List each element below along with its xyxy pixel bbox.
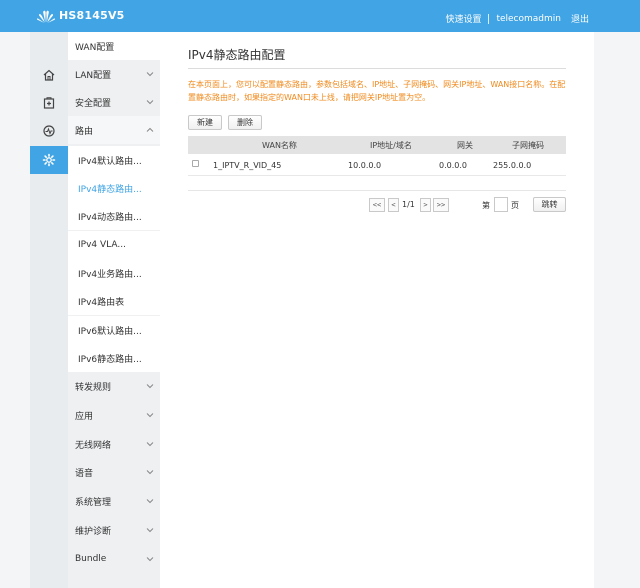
menu-item-lan[interactable]: LAN配置 — [68, 60, 160, 88]
submenu-ipv6-default-route[interactable]: IPv6默认路由... — [68, 316, 160, 344]
chevron-down-icon — [146, 100, 154, 105]
menu-item-route[interactable]: 路由 — [68, 116, 160, 144]
menu-item-voice[interactable]: 语音 — [68, 458, 160, 486]
menu-item-label: 路由 — [75, 126, 94, 137]
nav-diagnose[interactable] — [30, 117, 68, 145]
title-divider — [188, 68, 566, 69]
menu-item-label: 应用 — [75, 411, 94, 422]
page-description: 在本页面上，您可以配置静态路由，参数包括域名、IP地址、子网掩码、网关IP地址、… — [188, 80, 566, 102]
page-suffix-label: 页 — [511, 201, 519, 210]
status-icon — [43, 97, 55, 109]
submenu-ipv4-service-route[interactable]: IPv4业务路由... — [68, 259, 160, 287]
pager: << < 1/1 > >> 第 页 跳转 — [188, 190, 566, 218]
main-content — [160, 32, 594, 588]
submenu-ipv4-vlan-route[interactable]: IPv4 VLA... — [68, 231, 160, 259]
menu-item-label: 安全配置 — [75, 98, 112, 109]
table-header: WAN名称 IP地址/域名 网关 子网掩码 — [188, 136, 566, 154]
menu-item-maintenance[interactable]: 维护诊断 — [68, 516, 160, 544]
menu-item-forwarding[interactable]: 转发规则 — [68, 372, 160, 400]
delete-button[interactable]: 删除 — [228, 115, 262, 130]
submenu-ipv4-dynamic-route[interactable]: IPv4动态路由... — [68, 202, 160, 230]
first-page-button[interactable]: << — [369, 198, 385, 212]
row-checkbox[interactable] — [192, 160, 199, 167]
col-wan-name: WAN名称 — [262, 141, 297, 150]
cell-mask: 255.0.0.0 — [493, 161, 532, 170]
quick-setup-link[interactable]: 快速设置 — [445, 12, 481, 25]
top-bar: HS8145V5 快速设置 telecomadmin 退出 — [0, 0, 640, 32]
cell-gateway: 0.0.0.0 — [439, 161, 467, 170]
cell-wan-name: 1_IPTV_R_VID_45 — [213, 161, 282, 170]
link-separator — [488, 13, 490, 24]
top-links: 快速设置 telecomadmin 退出 — [445, 12, 589, 25]
menu-item-label: Bundle — [75, 554, 107, 564]
submenu-ipv4-default-route[interactable]: IPv4默认路由... — [68, 146, 160, 174]
page-title: IPv4静态路由配置 — [188, 48, 286, 62]
nav-status[interactable] — [30, 89, 68, 117]
menu-item-bundle[interactable]: Bundle — [68, 545, 160, 573]
chevron-down-icon — [146, 499, 154, 504]
page-info: 1/1 — [402, 200, 415, 209]
menu-item-security[interactable]: 安全配置 — [68, 88, 160, 116]
go-page-button[interactable]: 跳转 — [533, 197, 566, 212]
logout-link[interactable]: 退出 — [571, 12, 589, 25]
menu-item-label: 维护诊断 — [75, 526, 112, 537]
home-icon — [43, 69, 55, 81]
menu-item-label: 系统管理 — [75, 497, 112, 508]
menu-item-wireless[interactable]: 无线网络 — [68, 430, 160, 458]
menu-item-system[interactable]: 系统管理 — [68, 487, 160, 515]
table-row[interactable]: 1_IPTV_R_VID_45 10.0.0.0 0.0.0.0 255.0.0… — [188, 154, 566, 176]
chevron-down-icon — [146, 413, 154, 418]
page-number-input[interactable] — [494, 197, 508, 212]
menu-item-application[interactable]: 应用 — [68, 401, 160, 429]
chevron-down-icon — [146, 528, 154, 533]
settings-icon — [42, 153, 56, 167]
col-ip-domain: IP地址/域名 — [370, 141, 412, 150]
chevron-down-icon — [146, 442, 154, 447]
col-gateway: 网关 — [457, 141, 473, 150]
menu-item-label: 无线网络 — [75, 440, 112, 451]
new-button[interactable]: 新建 — [188, 115, 222, 130]
chevron-down-icon — [146, 557, 154, 562]
icon-sidebar — [30, 32, 74, 588]
prev-page-button[interactable]: < — [388, 198, 399, 212]
huawei-logo-icon — [37, 10, 55, 23]
user-link[interactable]: telecomadmin — [496, 14, 561, 24]
menu-item-label: 转发规则 — [75, 382, 112, 393]
device-model: HS8145V5 — [59, 9, 125, 22]
cell-ip: 10.0.0.0 — [348, 161, 382, 170]
diagnose-icon — [43, 125, 55, 137]
nav-settings[interactable] — [30, 146, 74, 174]
last-page-button[interactable]: >> — [433, 198, 449, 212]
menu-item-label: 语音 — [75, 468, 94, 479]
col-subnet-mask: 子网掩码 — [512, 141, 544, 150]
chevron-up-icon — [146, 127, 154, 132]
menu-item-wan[interactable]: WAN配置 — [68, 32, 160, 60]
page-prefix-label: 第 — [482, 201, 490, 210]
submenu-ipv6-static-route[interactable]: IPv6静态路由... — [68, 344, 160, 372]
chevron-down-icon — [146, 470, 154, 475]
chevron-down-icon — [146, 72, 154, 77]
nav-home[interactable] — [30, 61, 68, 89]
submenu-ipv4-route-table[interactable]: IPv4路由表 — [68, 287, 160, 315]
next-page-button[interactable]: > — [420, 198, 431, 212]
menu-item-label: LAN配置 — [75, 70, 112, 81]
submenu-ipv4-static-route[interactable]: IPv4静态路由... — [68, 174, 160, 202]
chevron-down-icon — [146, 384, 154, 389]
